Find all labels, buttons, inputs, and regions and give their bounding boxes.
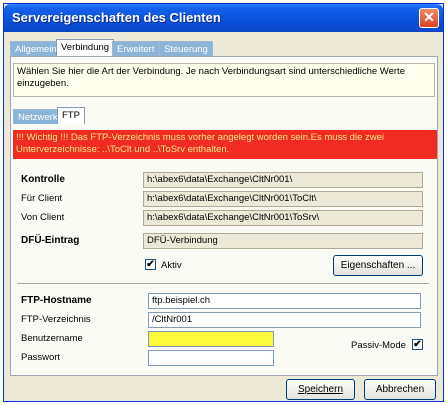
aktiv-label: Aktiv bbox=[161, 260, 182, 271]
tab-allgemein[interactable]: Allgemein bbox=[10, 41, 62, 56]
kontrolle-path: h:\abex6\data\Exchange\CltNr001\ bbox=[143, 172, 423, 188]
tab-verbindung[interactable]: Verbindung bbox=[56, 39, 115, 56]
tab-steuerung[interactable]: Steuerung bbox=[159, 41, 213, 56]
window-title: Servereigenschaften des Clienten bbox=[12, 10, 221, 25]
ftp-verzeichnis-label: FTP-Verzeichnis bbox=[21, 314, 91, 325]
von-client-path: h:\abex6\data\Exchange\CltNr001\ToSrv\ bbox=[143, 210, 423, 226]
tab-erweitert[interactable]: Erweitert bbox=[112, 41, 160, 56]
aktiv-checkbox[interactable]: ✔ bbox=[145, 259, 156, 270]
fuer-client-path: h:\abex6\data\Exchange\CltNr001\ToClt\ bbox=[143, 191, 423, 207]
save-button[interactable]: Speichern bbox=[286, 379, 355, 400]
check-icon: ✔ bbox=[413, 339, 422, 350]
cancel-button[interactable]: Abbrechen bbox=[364, 379, 436, 400]
subtab-netzwerk[interactable]: Netzwerk bbox=[13, 109, 63, 124]
close-icon: ✕ bbox=[423, 9, 435, 25]
passiv-mode-label: Passiv-Mode bbox=[351, 340, 406, 351]
dfue-value: DFÜ-Verbindung bbox=[143, 233, 423, 249]
save-button-label: Speichern bbox=[297, 384, 344, 395]
verbindung-panel: Wählen Sie hier die Art der Verbindung. … bbox=[10, 56, 438, 376]
benutzername-label: Benutzername bbox=[21, 333, 83, 344]
title-bar[interactable]: Servereigenschaften des Clienten ✕ bbox=[4, 4, 443, 32]
warning-banner: !!! Wichtig !!! Das FTP-Verzeichnis muss… bbox=[13, 130, 437, 159]
passwort-input[interactable] bbox=[148, 350, 274, 366]
von-client-label: Von Client bbox=[21, 212, 65, 223]
benutzername-input[interactable] bbox=[148, 331, 274, 347]
eigenschaften-button[interactable]: Eigenschaften ... bbox=[333, 255, 423, 276]
ftp-verzeichnis-input[interactable]: /CltNr001 bbox=[148, 312, 421, 328]
description-text: Wählen Sie hier die Art der Verbindung. … bbox=[13, 63, 435, 97]
passiv-mode-checkbox[interactable]: ✔ bbox=[412, 339, 423, 350]
close-button[interactable]: ✕ bbox=[419, 8, 439, 28]
passwort-label: Passwort bbox=[21, 352, 61, 363]
subtab-ftp[interactable]: FTP bbox=[57, 107, 85, 124]
divider bbox=[17, 283, 429, 284]
ftp-hostname-input[interactable]: ftp.beispiel.ch bbox=[148, 293, 421, 309]
fuer-client-label: Für Client bbox=[21, 193, 63, 204]
ftp-hostname-label: FTP-Hostname bbox=[21, 295, 92, 306]
dfue-heading: DFÜ-Eintrag bbox=[21, 235, 80, 246]
kontrolle-heading: Kontrolle bbox=[21, 174, 65, 185]
properties-dialog: Servereigenschaften des Clienten ✕ Allge… bbox=[3, 3, 444, 402]
check-icon: ✔ bbox=[146, 259, 155, 270]
